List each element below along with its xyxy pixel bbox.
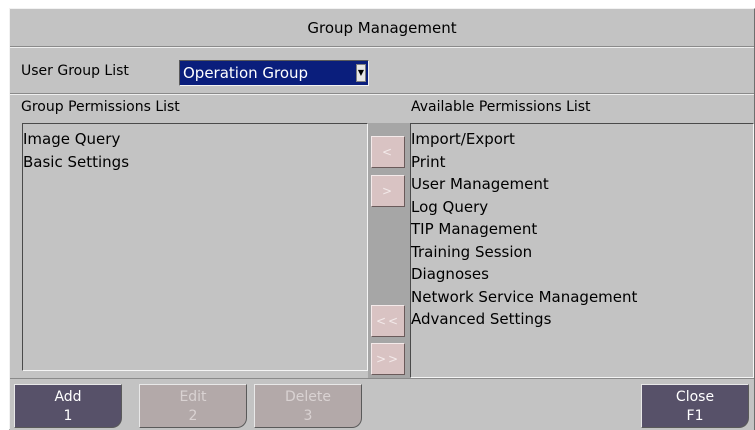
add-button-label: Add [54, 389, 82, 405]
bottom-button-bar: Add 1 Edit 2 Delete 3 Close F1 [10, 378, 754, 430]
user-group-select-value: Operation Group [183, 64, 309, 82]
available-permissions-list[interactable]: Import/Export Print User Management Log … [410, 123, 754, 378]
available-permissions-list-label: Available Permissions List [411, 99, 591, 115]
delete-button-label: Delete [285, 389, 331, 405]
dropdown-arrow-icon[interactable]: ▼ [356, 64, 366, 82]
list-item[interactable]: Diagnoses [411, 263, 753, 286]
user-group-select[interactable]: Operation Group ▼ [179, 60, 369, 86]
move-all-left-button[interactable]: << [371, 305, 405, 337]
close-button-label: Close [675, 389, 715, 405]
list-item[interactable]: Basic Settings [23, 151, 367, 174]
move-buttons-strip: < > << >> [368, 123, 410, 378]
divider [10, 93, 754, 95]
edit-button-label: Edit [179, 389, 207, 405]
move-left-button[interactable]: < [371, 136, 405, 168]
group-permissions-list[interactable]: Image Query Basic Settings [22, 123, 368, 371]
group-permissions-list-label: Group Permissions List [21, 99, 180, 115]
move-all-right-button[interactable]: >> [371, 343, 405, 375]
edit-button[interactable]: Edit 2 [139, 384, 247, 428]
group-row: User Group List [10, 49, 754, 94]
list-item[interactable]: TIP Management [411, 218, 753, 241]
move-right-button[interactable]: > [371, 175, 405, 207]
group-management-dialog: Group Management User Group List Operati… [9, 8, 755, 430]
list-item[interactable]: Import/Export [411, 128, 753, 151]
list-item[interactable]: Print [411, 151, 753, 174]
delete-button-key: 3 [303, 408, 313, 424]
close-button-key: F1 [686, 408, 704, 424]
list-item[interactable]: User Management [411, 173, 753, 196]
list-item[interactable]: Advanced Settings [411, 308, 753, 331]
list-item[interactable]: Image Query [23, 128, 367, 151]
dialog-title: Group Management [307, 18, 457, 37]
close-button[interactable]: Close F1 [641, 384, 749, 428]
edit-button-key: 2 [188, 408, 198, 424]
user-group-list-label: User Group List [21, 63, 129, 79]
add-button-key: 1 [63, 408, 73, 424]
dialog-title-bar: Group Management [10, 9, 754, 47]
add-button[interactable]: Add 1 [14, 384, 122, 428]
list-item[interactable]: Log Query [411, 196, 753, 219]
delete-button[interactable]: Delete 3 [254, 384, 362, 428]
list-item[interactable]: Training Session [411, 241, 753, 264]
list-item[interactable]: Network Service Management [411, 286, 753, 309]
